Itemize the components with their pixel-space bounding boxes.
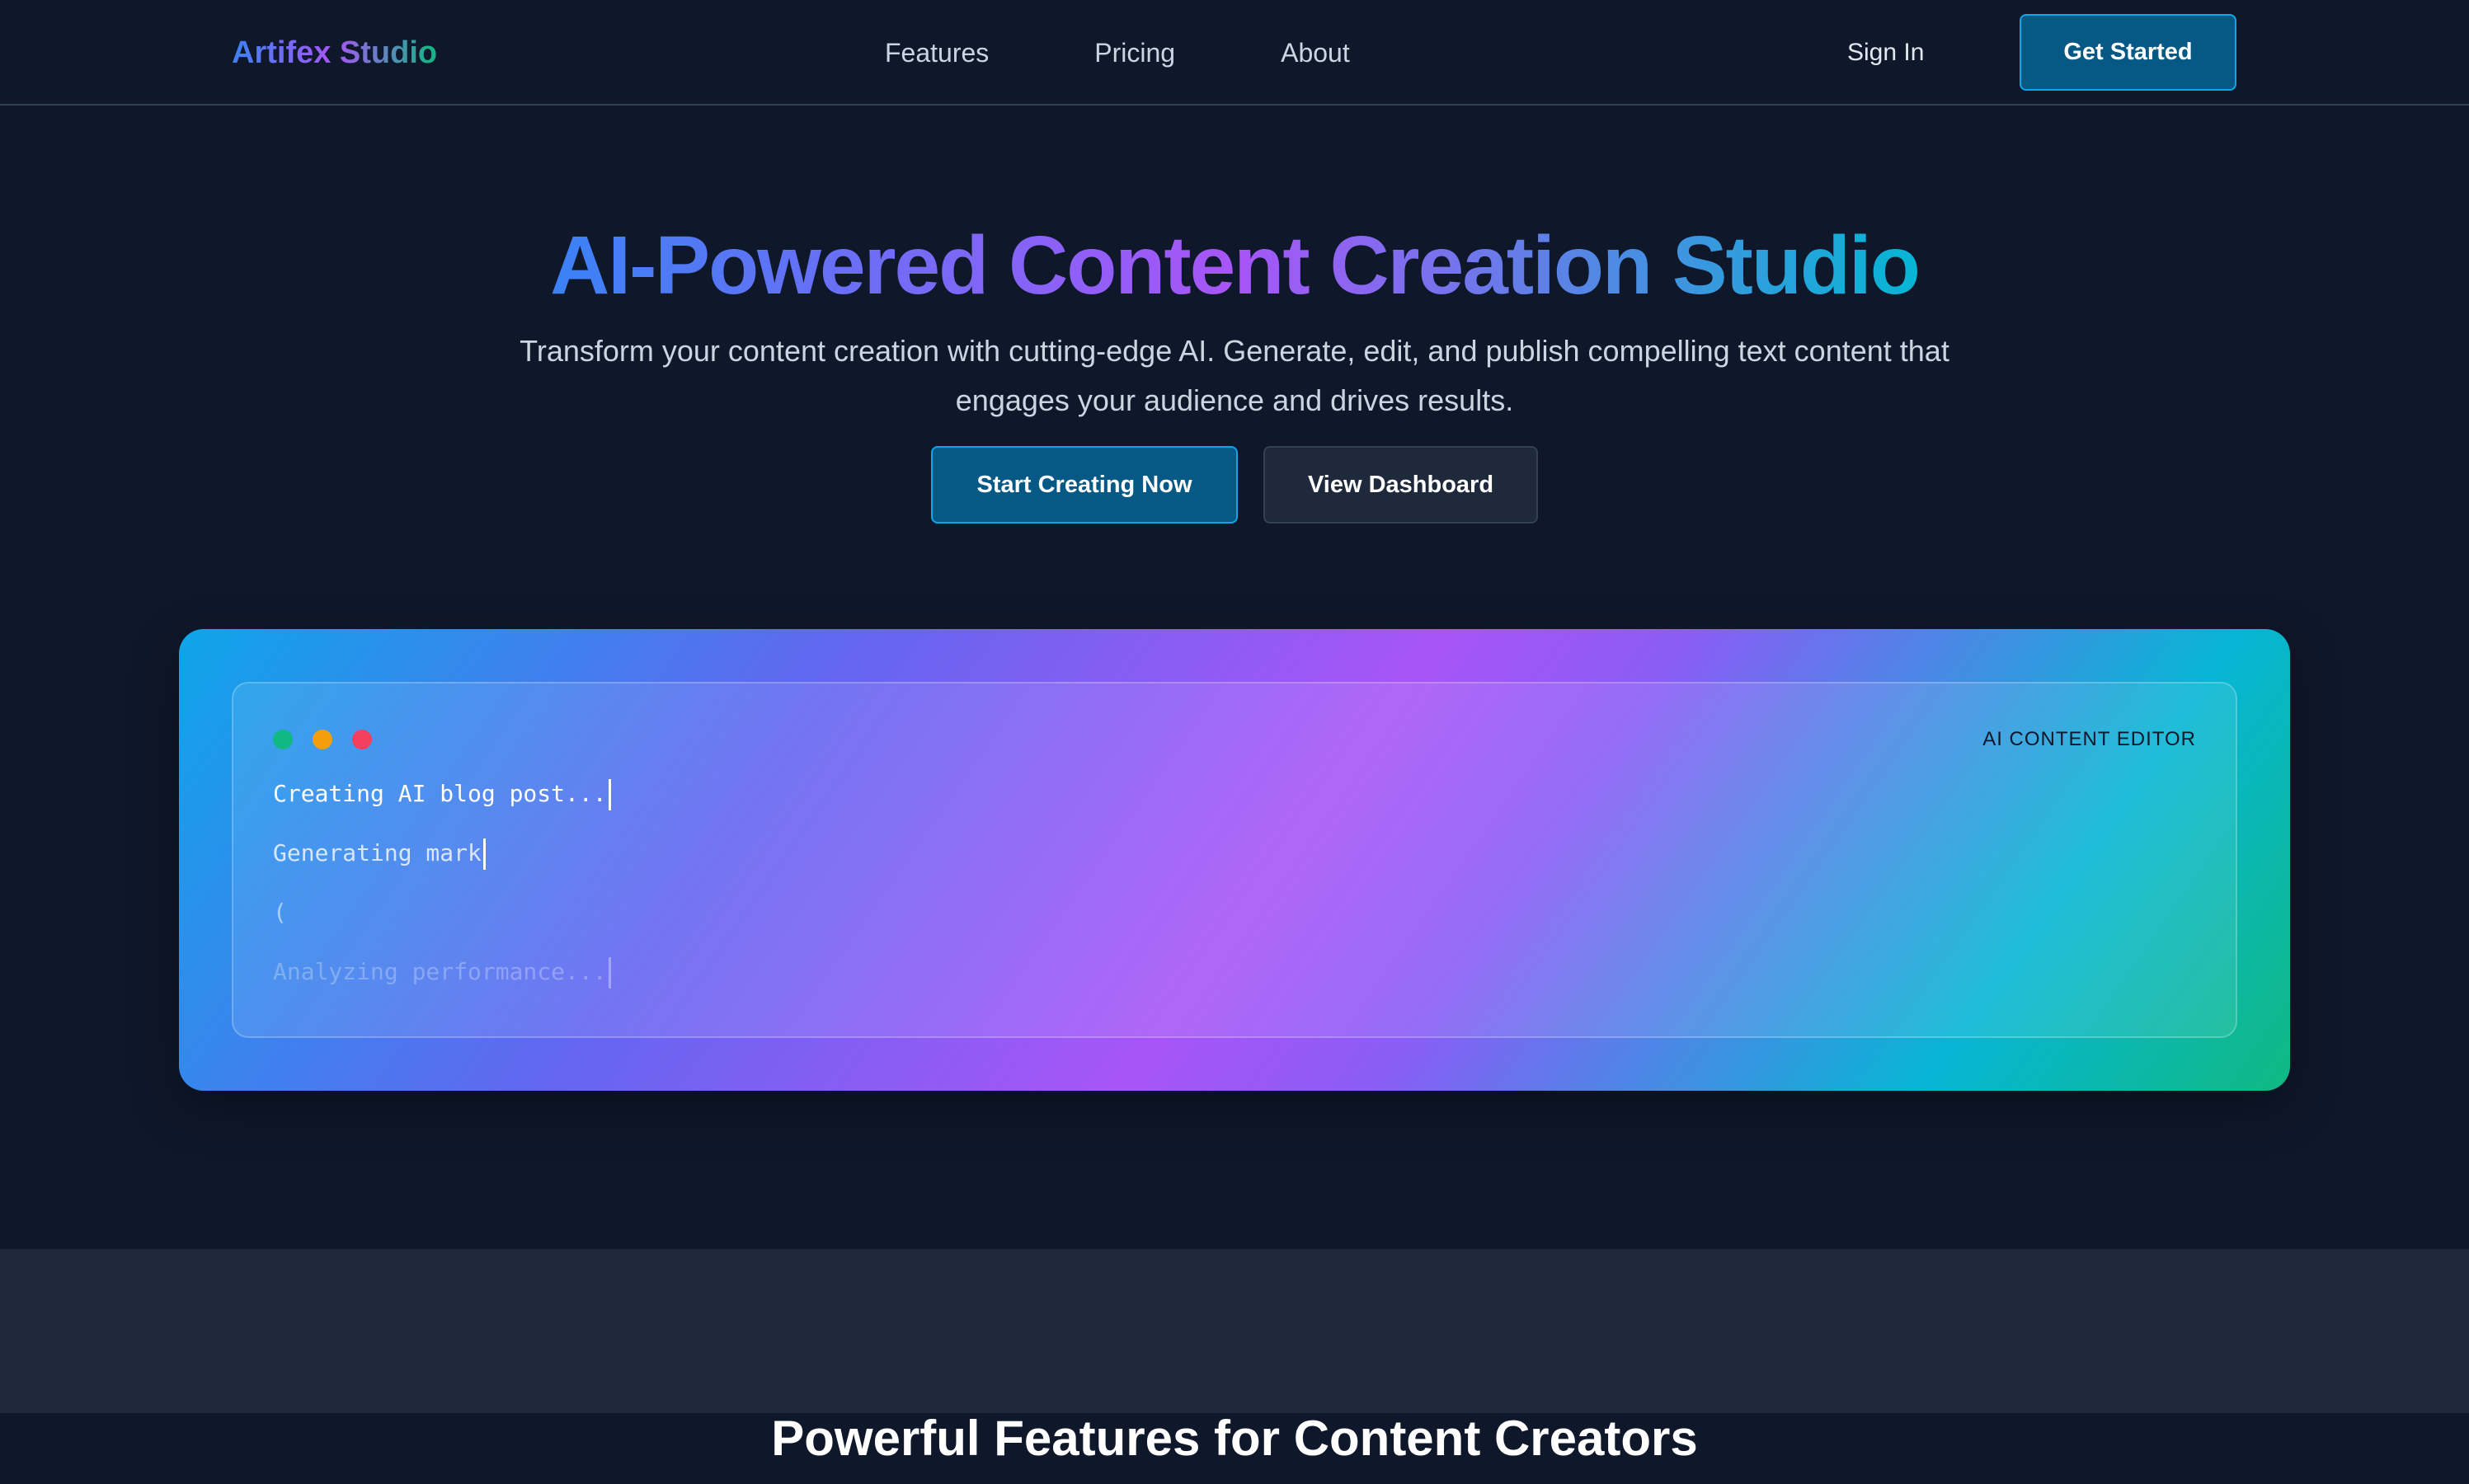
start-creating-button[interactable]: Start Creating Now [931,446,1238,524]
editor-line-text: Analyzing performance... [273,958,607,985]
red-dot-icon [352,730,372,749]
nav-link-features[interactable]: Features [885,35,989,71]
features-title: Powerful Features for Content Creators [771,1410,1698,1466]
editor-line: Generating mark [273,837,486,870]
editor-line-text: Generating mark [273,839,482,866]
sign-in-link[interactable]: Sign In [1847,35,1924,71]
hero-title-text: AI-Powered Content Creation Studio [550,219,1921,312]
editor-demo-card: AI CONTENT EDITOR Creating AI blog post.… [179,629,2290,1091]
text-cursor-icon [608,957,611,989]
editor-line: Analyzing performance... [273,956,611,989]
text-cursor-icon [608,779,611,810]
brand-logo[interactable]: Artifex Studio [232,31,437,74]
nav-link-pricing[interactable]: Pricing [1094,35,1175,71]
view-dashboard-button[interactable]: View Dashboard [1263,446,1538,524]
hero-subtitle: Transform your content creation with cut… [520,334,1949,417]
features-section: Powerful Features for Content Creators [0,1249,2469,1466]
editor-line-text: ( [273,899,287,926]
editor-line: Creating AI blog post... [273,777,611,810]
green-dot-icon [273,730,293,749]
editor-line: ( [273,896,287,929]
editor-window: AI CONTENT EDITOR Creating AI blog post.… [232,682,2237,1038]
top-navbar: Artifex Studio Features Pricing About Si… [0,0,2469,106]
editor-line-text: Creating AI blog post... [273,780,607,807]
hero-title: AI-Powered Content Creation Studio [0,212,2469,319]
nav-link-about[interactable]: About [1281,35,1350,71]
editor-label: AI CONTENT EDITOR [1982,728,2196,750]
nav-links: Features Pricing About [885,35,1350,71]
get-started-button[interactable]: Get Started [2020,14,2236,91]
yellow-dot-icon [313,730,332,749]
text-cursor-icon [482,838,486,870]
